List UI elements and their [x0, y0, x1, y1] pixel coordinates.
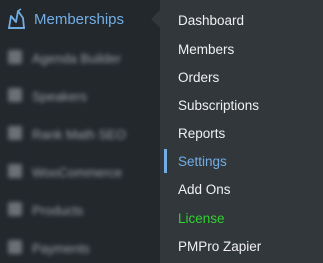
submenu-item-subscriptions[interactable]: Subscriptions — [160, 91, 323, 119]
memberships-submenu: Dashboard Members Orders Subscriptions R… — [160, 0, 323, 263]
blurred-menu-list: Agenda Builder Speakers Rank Math SEO Wo… — [0, 40, 160, 263]
submenu-item-label: Add Ons — [178, 181, 231, 197]
memberships-icon — [6, 8, 26, 30]
submenu-item-reports[interactable]: Reports — [160, 119, 323, 147]
submenu-item-label: Reports — [178, 125, 226, 141]
menu-item-label: Products — [32, 203, 84, 218]
submenu-pointer — [151, 10, 160, 28]
submenu-item-label: Subscriptions — [178, 97, 260, 113]
submenu-item-pmpro-zapier[interactable]: PMPro Zapier — [160, 232, 323, 260]
submenu-item-settings[interactable]: Settings — [160, 147, 323, 175]
menu-item-label: WooCommerce — [32, 165, 123, 180]
submenu-item-label: Dashboard — [178, 12, 245, 28]
menu-item-label: Rank Math SEO — [32, 127, 126, 142]
menu-item[interactable]: Products — [0, 192, 160, 230]
submenu-item-license[interactable]: License — [160, 204, 323, 232]
current-indicator — [164, 149, 167, 173]
menu-item-label: Payments — [32, 241, 90, 256]
menu-icon — [8, 50, 22, 64]
menu-item-memberships[interactable]: Memberships — [0, 0, 160, 40]
menu-icon — [8, 240, 22, 254]
menu-icon — [8, 126, 22, 140]
submenu-item-members[interactable]: Members — [160, 35, 323, 63]
submenu-item-orders[interactable]: Orders — [160, 63, 323, 91]
menu-item-label: Agenda Builder — [32, 51, 121, 66]
submenu-item-dashboard[interactable]: Dashboard — [160, 6, 323, 34]
menu-item[interactable]: Payments — [0, 230, 160, 263]
menu-icon — [8, 164, 22, 178]
menu-item[interactable]: WooCommerce — [0, 154, 160, 192]
menu-item-label: Memberships — [34, 11, 125, 28]
menu-item[interactable]: Agenda Builder — [0, 40, 160, 78]
menu-icon — [8, 88, 22, 102]
menu-icon — [8, 202, 22, 216]
admin-menu: Memberships Agenda Builder Speakers Rank… — [0, 0, 323, 263]
submenu-item-label: License — [178, 210, 225, 226]
submenu-item-label: Members — [178, 41, 235, 57]
menu-item[interactable]: Rank Math SEO — [0, 116, 160, 154]
menu-item[interactable]: Speakers — [0, 78, 160, 116]
submenu-item-label: PMPro Zapier — [178, 238, 262, 254]
submenu-item-label: Orders — [178, 69, 220, 85]
menu-item-label: Speakers — [32, 89, 87, 104]
submenu-item-add-ons[interactable]: Add Ons — [160, 175, 323, 203]
admin-sidebar: Memberships Agenda Builder Speakers Rank… — [0, 0, 160, 263]
submenu-item-label: Settings — [178, 153, 227, 169]
